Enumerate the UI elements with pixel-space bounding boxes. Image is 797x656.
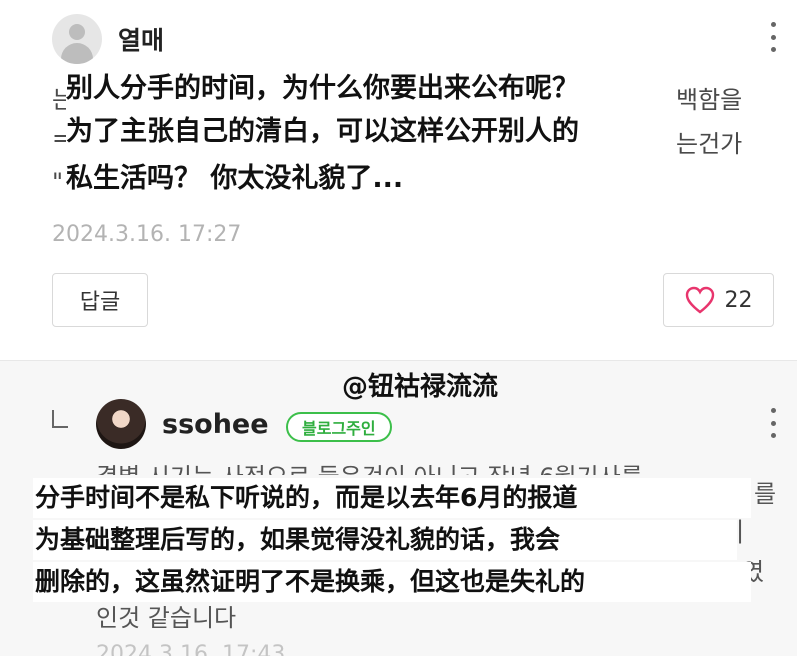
obscured-text-left: =: [52, 124, 66, 152]
obscured-text-right: 는건가: [676, 130, 743, 158]
more-vertical-icon[interactable]: [770, 22, 776, 52]
blog-owner-badge: 블로그주인: [286, 412, 392, 442]
translation-line: 别人分手的时间，为什么你要出来公布呢？: [66, 71, 583, 107]
obscured-text-right: |: [736, 516, 745, 544]
obscured-text-bottom: 인것 같습니다: [96, 604, 237, 632]
translation-line: 为基础整理后写的，如果觉得没礼貌的话，我会: [33, 520, 737, 560]
obscured-text-top: 결별 시기는 사적으로 들은것이 아니고 작년 6월기사를: [96, 459, 776, 475]
heart-icon: [685, 286, 714, 314]
comment-card-1: 열매 는 = " 백함을 는건가 别人分手的时间，为什么你要出来公布呢？ 为了主…: [0, 0, 797, 358]
translation-line: 分手时间不是私下听说的，而是以去年6月的报道: [33, 478, 751, 518]
obscured-text-right: 백함을: [676, 86, 743, 114]
user-avatar[interactable]: [96, 399, 146, 449]
more-vertical-icon[interactable]: [770, 408, 776, 438]
translation-line: 删除的，这虽然证明了不是换乘，但这也是失礼的: [33, 562, 751, 602]
translation-line: 为了主张自己的清白，可以这样公开别人的: [66, 114, 583, 150]
watermark: @钮祜禄流流: [342, 372, 499, 402]
reply-button[interactable]: 답글: [52, 273, 148, 327]
obscured-text-left: ": [52, 168, 64, 196]
like-button[interactable]: 22: [663, 273, 774, 327]
comment-username[interactable]: 열매: [118, 21, 164, 57]
like-count: 22: [724, 287, 753, 313]
obscured-text-left: 는: [52, 86, 66, 114]
reply-arrow-icon: [52, 410, 68, 428]
comment-timestamp-partial: 2024.3.16. 17:43: [96, 642, 286, 656]
obscured-text-right: 를: [754, 480, 777, 508]
default-avatar-icon[interactable]: [52, 14, 102, 64]
translation-line: 私生活吗？ 你太没礼貌了...: [66, 161, 408, 197]
comment-timestamp: 2024.3.16. 17:27: [52, 222, 242, 247]
comment-username[interactable]: ssohee: [162, 409, 269, 440]
